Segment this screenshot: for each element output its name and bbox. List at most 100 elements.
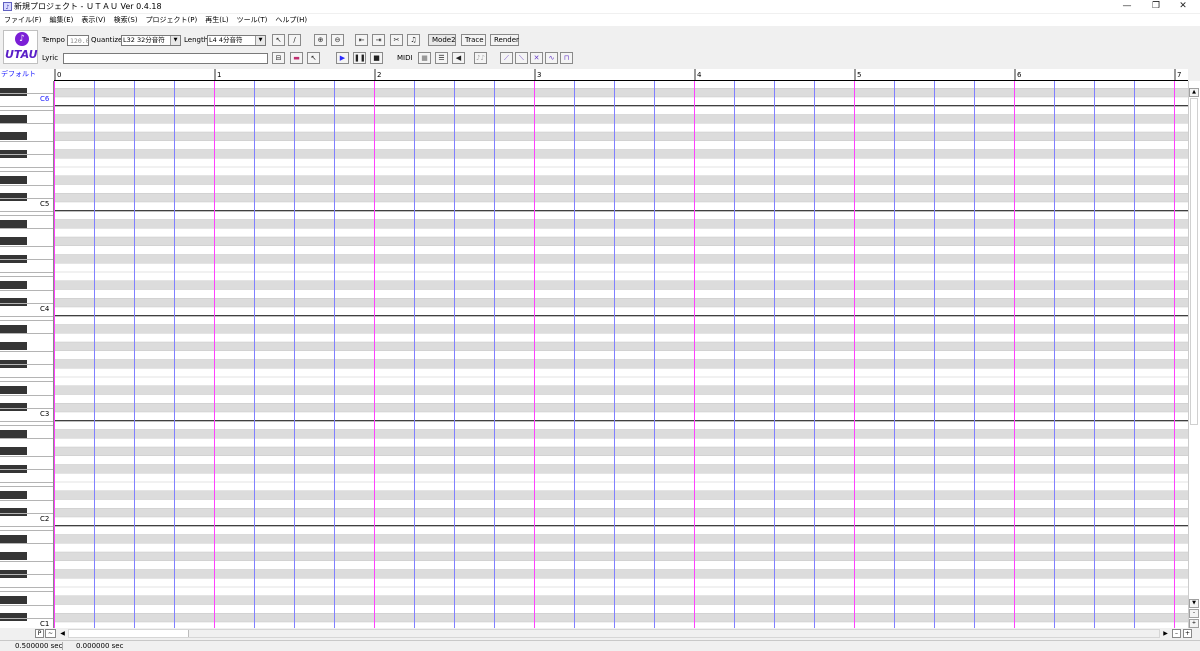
play-button[interactable]: ▶: [336, 52, 349, 64]
ruler-measure-label: 4: [697, 71, 702, 79]
octave-label: C6: [40, 95, 50, 103]
horizontal-scroll-track[interactable]: [68, 629, 1160, 638]
piano-white-key-edge: [0, 512, 53, 514]
trace-button[interactable]: Trace: [461, 34, 486, 46]
hzoom-minus-icon[interactable]: –: [1172, 629, 1181, 638]
tilde-toggle-button[interactable]: ~: [45, 629, 56, 638]
vertical-scrollbar[interactable]: ▲ ▼ – +: [1188, 81, 1200, 628]
black-key-row: [54, 149, 1188, 159]
lyric-insert-button[interactable]: ▬: [290, 52, 303, 64]
octave-label: C5: [40, 200, 50, 208]
length-select[interactable]: L4 4分音符 ▼: [207, 35, 266, 46]
piano-black-key[interactable]: [0, 595, 27, 604]
piano-black-key[interactable]: [0, 175, 27, 184]
vibrato-tool-button[interactable]: ✕: [530, 52, 543, 64]
menu-play[interactable]: 再生(L): [201, 14, 232, 26]
scroll-up-icon[interactable]: ▲: [1189, 88, 1199, 97]
lyric-cursor-button[interactable]: ↖: [307, 52, 320, 64]
menu-project[interactable]: プロジェクト(P): [142, 14, 202, 26]
intensity-tool-button[interactable]: ⊓: [560, 52, 573, 64]
note-property-button[interactable]: ♫: [407, 34, 420, 46]
ruler-measure-label: 1: [217, 71, 221, 79]
hzoom-plus-icon[interactable]: +: [1183, 629, 1192, 638]
close-button[interactable]: ✕: [1166, 0, 1200, 13]
pencil-tool-button[interactable]: /: [288, 34, 301, 46]
piano-black-key[interactable]: [0, 490, 27, 499]
zoom-out-button[interactable]: ⊖: [331, 34, 344, 46]
menu-search[interactable]: 検索(S): [110, 14, 142, 26]
midi-stop-button[interactable]: ■: [418, 52, 431, 64]
piano-white-key-edge: [0, 486, 53, 488]
menu-view[interactable]: 表示(V): [77, 14, 109, 26]
select-tool-button[interactable]: ↖: [272, 34, 285, 46]
tempo-input[interactable]: 120.0: [67, 35, 90, 46]
piano-white-key-edge: [0, 123, 53, 125]
piano-keyboard[interactable]: C6 C5 C4 C3 C2 C1: [0, 81, 54, 628]
piano-black-key[interactable]: [0, 429, 27, 438]
scroll-left-icon[interactable]: ◀: [58, 629, 67, 638]
zoom-in-button[interactable]: ⊕: [314, 34, 327, 46]
piano-black-key[interactable]: [0, 114, 27, 123]
piano-white-key-edge: [0, 604, 53, 606]
menu-file[interactable]: ファイル(F): [0, 14, 46, 26]
portamento-tool-button[interactable]: ∿: [545, 52, 558, 64]
tempo-label: Tempo: [42, 36, 65, 44]
piano-black-key[interactable]: [0, 324, 27, 333]
midi-input-button[interactable]: ♪♪: [474, 52, 487, 64]
octave-label: C3: [40, 410, 50, 418]
utau-logo: ♪ UTAU: [3, 30, 38, 64]
scroll-right-icon[interactable]: ▶: [1161, 629, 1170, 638]
track-name[interactable]: デフォルト: [0, 69, 54, 81]
piano-white-key-edge: [0, 350, 53, 352]
stop-button[interactable]: ■: [370, 52, 383, 64]
menu-help[interactable]: ヘルプ(H): [271, 14, 311, 26]
speaker-icon: ◀: [455, 54, 462, 62]
zoom-minus-icon[interactable]: –: [1189, 609, 1199, 618]
piano-roll-grid[interactable]: [54, 81, 1188, 628]
piano-black-key[interactable]: [0, 237, 27, 245]
quantize-value: L32 32分音符: [123, 36, 165, 44]
measure-ruler[interactable]: 0 1 2 3 4 5 6 7: [54, 69, 1188, 81]
piano-black-key[interactable]: [0, 280, 27, 289]
lyric-input[interactable]: [63, 53, 268, 64]
piano-black-key[interactable]: [0, 219, 27, 228]
piano-black-key[interactable]: [0, 342, 27, 350]
piano-black-key[interactable]: [0, 385, 27, 394]
piano-black-key[interactable]: [0, 447, 27, 455]
piano-black-key[interactable]: [0, 132, 27, 140]
mixer-icon: ☰: [438, 54, 445, 62]
ruler-measure-label: 3: [537, 71, 541, 79]
zoom-plus-icon[interactable]: +: [1189, 619, 1199, 628]
mode2-button[interactable]: Mode2: [428, 34, 456, 46]
speaker-button[interactable]: ◀: [452, 52, 465, 64]
vertical-scroll-thumb[interactable]: [1190, 98, 1198, 425]
menu-edit[interactable]: 編集(E): [46, 14, 78, 26]
piano-black-key[interactable]: [0, 552, 27, 560]
skip-start-icon: ⇤: [358, 36, 365, 44]
status-bar: 0.500000 sec 0.000000 sec: [0, 640, 1200, 651]
pause-button[interactable]: ❚❚: [353, 52, 366, 64]
length-value: L4 4分音符: [209, 36, 243, 44]
black-key-row: [54, 219, 1188, 229]
menu-tools[interactable]: ツール(T): [233, 14, 272, 26]
quantize-select[interactable]: L32 32分音符 ▼: [121, 35, 181, 46]
chevron-down-icon: ▼: [170, 36, 180, 45]
split-note-button[interactable]: ✂: [390, 34, 403, 46]
scroll-down-icon[interactable]: ▼: [1189, 599, 1199, 608]
goto-start-button[interactable]: ⇤: [355, 34, 368, 46]
goto-end-button[interactable]: ⇥: [372, 34, 385, 46]
piano-black-key[interactable]: [0, 534, 27, 543]
render-button[interactable]: Render: [490, 34, 519, 46]
piano-white-key-edge: [0, 272, 53, 273]
midi-mixer-button[interactable]: ☰: [435, 52, 448, 64]
lyric-apply-button[interactable]: ⊟: [272, 52, 285, 64]
envelope-tool-button[interactable]: ⟋: [500, 52, 513, 64]
black-key-row: [54, 534, 1188, 544]
black-key-row: [54, 569, 1188, 579]
black-key-row: [54, 114, 1188, 124]
p-toggle-button[interactable]: P: [35, 629, 44, 638]
piano-white-key-edge: [0, 499, 53, 501]
pitch-tool-button[interactable]: ⟍: [515, 52, 528, 64]
piano-white-key-edge: [0, 92, 53, 94]
status-divider: [62, 642, 63, 650]
